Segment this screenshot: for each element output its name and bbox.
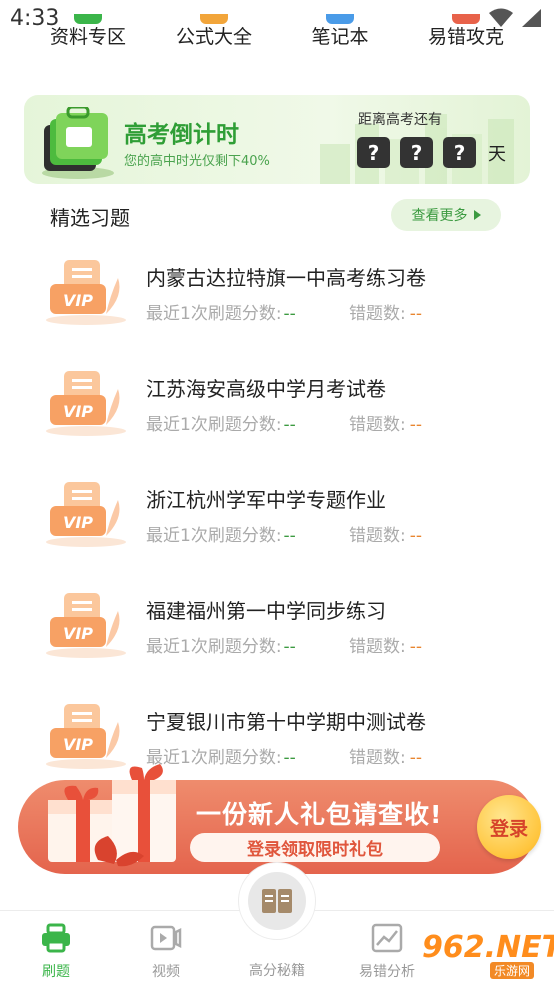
error-count-value: --	[409, 748, 423, 768]
tab-label: 高分秘籍	[249, 963, 305, 979]
watermark-main: 962.NET	[422, 930, 554, 965]
error-count: 错题数: --	[349, 299, 422, 324]
printer-icon	[42, 923, 70, 953]
error-count-label: 错题数:	[349, 748, 406, 768]
exam-countdown-card[interactable]: 高考倒计时 您的高中时光仅剩下40% 距离高考还有 ? ? ? 天	[24, 95, 530, 184]
vip-document-icon: VIP	[46, 371, 126, 436]
tab-secrets-inner	[248, 872, 306, 930]
countdown-title: 高考倒计时	[124, 122, 239, 148]
last-score: 最近1次刷题分数: --	[146, 521, 296, 546]
view-more-button[interactable]: 查看更多	[391, 199, 501, 231]
list-item[interactable]: VIP 内蒙古达拉特旗一中高考练习卷 最近1次刷题分数: -- 错题数: --	[0, 252, 554, 362]
exercise-title: 内蒙古达拉特旗一中高考练习卷	[146, 266, 426, 290]
svg-text:VIP: VIP	[63, 735, 93, 754]
error-count-value: --	[409, 637, 423, 657]
nav-item-materials[interactable]: 资料专区	[50, 22, 126, 49]
error-count-value: --	[409, 526, 423, 546]
error-count-label: 错题数:	[349, 526, 406, 546]
error-count-label: 错题数:	[349, 304, 406, 324]
chart-icon	[371, 923, 403, 953]
countdown-digit: ?	[400, 137, 433, 168]
gift-box-icon	[48, 764, 176, 867]
vip-document-icon: VIP	[46, 593, 126, 658]
view-more-label: 查看更多	[411, 208, 468, 224]
login-button[interactable]: 登录	[477, 795, 541, 859]
tab-label: 刷题	[42, 964, 70, 980]
last-score-value: --	[283, 748, 296, 768]
last-score-value: --	[283, 415, 296, 435]
exercise-title: 宁夏银川市第十中学期中测试卷	[146, 710, 426, 734]
watermark-sub: 乐游网	[490, 962, 535, 979]
watermark-logo: 962.NET 乐游网	[418, 930, 554, 982]
exercise-title: 浙江杭州学军中学专题作业	[146, 488, 386, 512]
error-count-value: --	[409, 415, 423, 435]
svg-text:VIP: VIP	[63, 402, 93, 421]
countdown-digit: ?	[443, 137, 476, 168]
exercise-title: 福建福州第一中学同步练习	[146, 599, 386, 623]
last-score: 最近1次刷题分数: --	[146, 632, 296, 657]
countdown-subtitle: 您的高中时光仅剩下40%	[124, 154, 270, 169]
error-count-label: 错题数:	[349, 415, 406, 435]
error-count: 错题数: --	[349, 632, 422, 657]
exercise-title: 江苏海安高级中学月考试卷	[146, 377, 386, 401]
claim-gift-button[interactable]: 登录领取限时礼包	[190, 833, 440, 862]
last-score-value: --	[283, 526, 296, 546]
vip-document-icon: VIP	[46, 482, 126, 547]
last-score: 最近1次刷题分数: --	[146, 299, 296, 324]
last-score-label: 最近1次刷题分数:	[146, 526, 282, 546]
tab-secrets[interactable]	[238, 862, 316, 940]
video-icon	[150, 925, 182, 951]
section-title: 精选习题	[50, 206, 130, 230]
promo-headline: 一份新人礼包请查收!	[196, 800, 443, 829]
last-score: 最近1次刷题分数: --	[146, 410, 296, 435]
nav-item-mistakes[interactable]: 易错攻克	[428, 22, 504, 49]
countdown-digits: ? ? ? 天	[357, 137, 506, 168]
nav-item-notebook[interactable]: 笔记本	[311, 22, 368, 49]
error-count-label: 错题数:	[349, 637, 406, 657]
countdown-digit: ?	[357, 137, 390, 168]
list-item[interactable]: VIP 浙江杭州学军中学专题作业 最近1次刷题分数: -- 错题数: --	[0, 474, 554, 584]
svg-text:VIP: VIP	[63, 513, 93, 532]
error-count: 错题数: --	[349, 521, 422, 546]
list-item[interactable]: VIP 江苏海安高级中学月考试卷 最近1次刷题分数: -- 错题数: --	[0, 363, 554, 473]
svg-text:VIP: VIP	[63, 291, 93, 310]
last-score-label: 最近1次刷题分数:	[146, 637, 282, 657]
error-count: 错题数: --	[349, 410, 422, 435]
last-score-value: --	[283, 304, 296, 324]
book-icon	[262, 889, 292, 913]
error-count: 错题数: --	[349, 743, 422, 768]
play-arrow-icon	[473, 210, 481, 220]
vip-document-icon: VIP	[46, 260, 126, 325]
tab-label: 视频	[152, 964, 180, 980]
last-score-value: --	[283, 637, 296, 657]
countdown-unit: 天	[488, 143, 506, 165]
svg-text:VIP: VIP	[63, 624, 93, 643]
countdown-until-label: 距离高考还有	[358, 112, 442, 128]
nav-item-formulas[interactable]: 公式大全	[176, 22, 252, 49]
tab-video[interactable]: 视频	[121, 911, 211, 984]
top-nav: 资料专区 公式大全 笔记本 易错攻克	[0, 14, 554, 52]
error-count-value: --	[409, 304, 423, 324]
tab-practice[interactable]: 刷题	[11, 911, 101, 984]
new-user-gift-banner[interactable]: 一份新人礼包请查收! 登录领取限时礼包 登录	[18, 764, 541, 874]
book-bag-icon	[42, 107, 114, 179]
last-score-label: 最近1次刷题分数:	[146, 304, 282, 324]
last-score-label: 最近1次刷题分数:	[146, 415, 282, 435]
list-item[interactable]: VIP 福建福州第一中学同步练习 最近1次刷题分数: -- 错题数: --	[0, 585, 554, 695]
